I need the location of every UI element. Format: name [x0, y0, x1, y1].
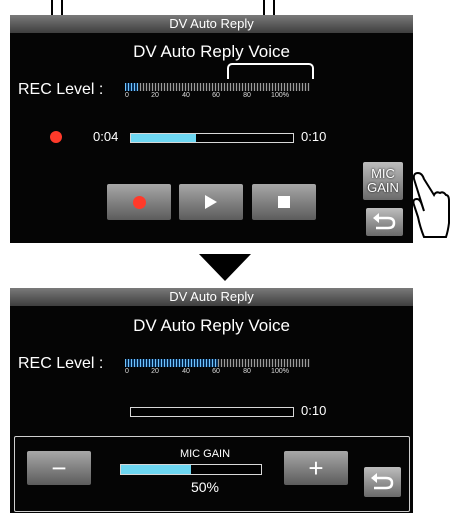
meter-tick: 20: [151, 368, 159, 375]
mic-gain-bar: [120, 464, 262, 475]
rec-level-fill: [125, 359, 218, 367]
meter-tick: 40: [182, 368, 190, 375]
play-icon: [205, 195, 217, 209]
mic-gain-fill: [121, 465, 191, 474]
title-bar: DV Auto Reply: [10, 15, 413, 33]
stop-icon: [278, 196, 290, 208]
total-time: 0:10: [301, 403, 327, 418]
hand-pointer-icon: [412, 171, 450, 238]
return-arrow-icon: [373, 213, 396, 230]
screen-after: DV Auto Reply DV Auto Reply Voice REC Le…: [10, 288, 413, 513]
meter-tick: 0: [125, 92, 129, 99]
back-button[interactable]: [366, 208, 403, 236]
meter-tick: 20: [151, 92, 159, 99]
meter-tick: 100%: [271, 92, 289, 99]
stop-button[interactable]: [252, 184, 316, 220]
screen-before: DV Auto Reply DV Auto Reply Voice REC Le…: [10, 15, 413, 243]
rec-level-label: REC Level :: [18, 355, 104, 372]
mic-gain-plus-button[interactable]: +: [284, 451, 348, 485]
meter-tick: 80: [243, 92, 251, 99]
mic-gain-button-line1: MIC: [371, 166, 395, 181]
page-title: DV Auto Reply Voice: [133, 42, 290, 61]
plus-icon: +: [308, 452, 324, 483]
meter-tick: 60: [212, 368, 220, 375]
total-time: 0:10: [301, 129, 327, 144]
rec-level-meter: 0 20 40 60 80 100%: [125, 83, 310, 99]
mic-gain-panel: − MIC GAIN 50% +: [14, 436, 410, 512]
playback-progress-fill: [131, 134, 196, 142]
transition-arrow-icon: [199, 254, 251, 281]
rec-level-label: REC Level :: [18, 81, 104, 98]
playback-progress: [130, 407, 294, 417]
rec-level-fill: [125, 83, 138, 91]
elapsed-time: 0:04: [93, 129, 119, 144]
meter-tick: 100%: [271, 368, 289, 375]
mic-gain-label: MIC GAIN: [179, 448, 231, 460]
mic-gain-button[interactable]: MIC GAIN: [363, 162, 403, 200]
recording-indicator: [50, 131, 62, 143]
meter-tick: 0: [125, 368, 129, 375]
meter-tick: 60: [212, 92, 220, 99]
title-bar: DV Auto Reply: [10, 288, 413, 306]
mic-gain-value: 50%: [190, 479, 220, 495]
rec-level-meter: 0 20 40 60 80 100%: [125, 359, 310, 375]
back-button[interactable]: [364, 467, 401, 497]
record-button[interactable]: [107, 184, 171, 220]
playback-progress: [130, 133, 294, 143]
minus-icon: −: [51, 452, 67, 483]
record-icon: [132, 195, 146, 209]
meter-range-bracket: [227, 63, 314, 79]
meter-tick: 40: [182, 92, 190, 99]
meter-tick: 80: [243, 368, 251, 375]
play-button[interactable]: [179, 184, 243, 220]
mic-gain-minus-button[interactable]: −: [27, 451, 91, 485]
return-arrow-icon: [371, 473, 394, 490]
mic-gain-button-line2: GAIN: [367, 180, 399, 195]
page-title: DV Auto Reply Voice: [133, 316, 290, 335]
